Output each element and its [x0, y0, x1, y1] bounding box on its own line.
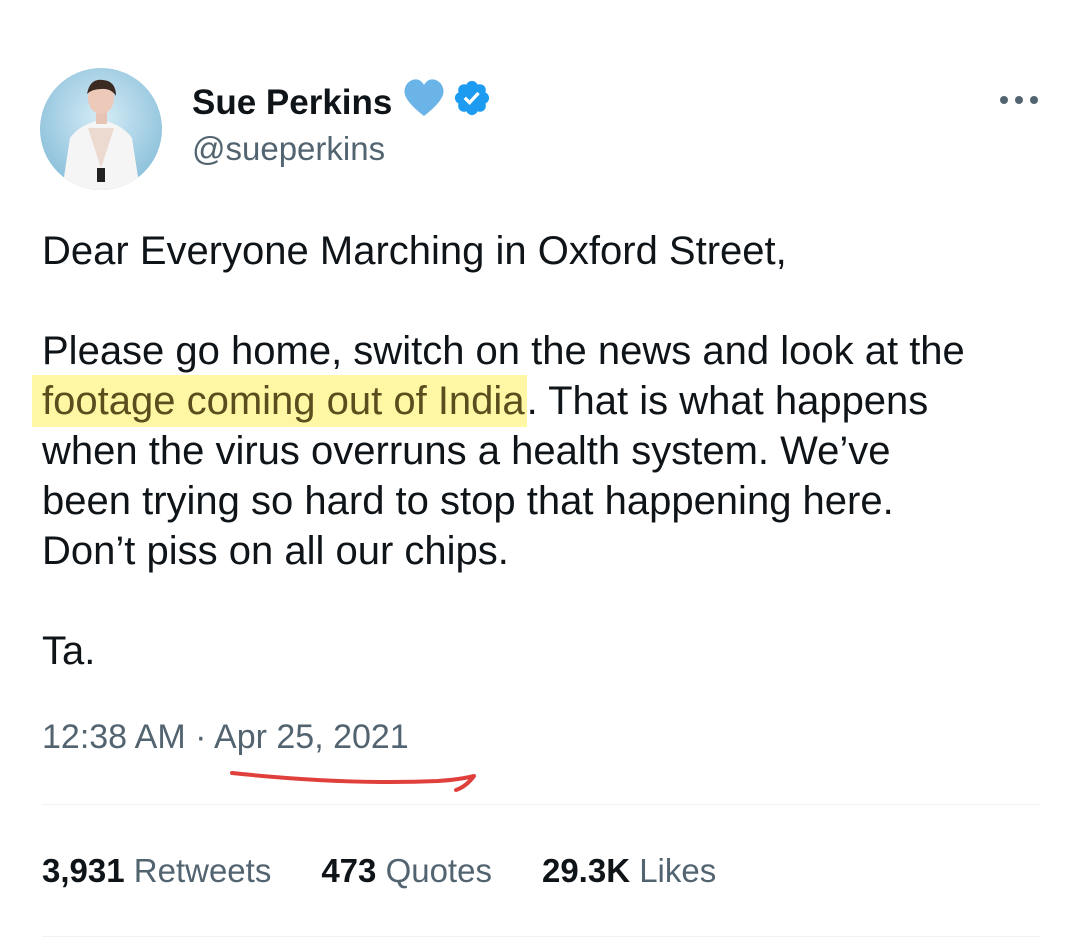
red-underline-annotation [230, 771, 476, 792]
likes-count: 29.3K [541, 852, 631, 889]
quotes-label: Quotes [385, 852, 492, 889]
more-options-button[interactable] [996, 82, 1044, 118]
highlighted-text: footage coming out of India [42, 375, 527, 427]
tweet-signoff: Ta. [42, 629, 96, 673]
divider [42, 936, 1040, 937]
tweet-body-line: been trying so hard to stop that happeni… [42, 479, 894, 523]
blue-heart-icon [402, 78, 446, 127]
tweet-greeting: Dear Everyone Marching in Oxford Street, [42, 229, 787, 273]
tweet-text: Dear Everyone Marching in Oxford Street,… [42, 226, 1052, 676]
author-display-name[interactable]: Sue Perkins [192, 83, 392, 123]
author-name-row[interactable]: Sue Perkins [192, 78, 492, 127]
quotes-count: 473 [321, 852, 377, 889]
timestamp-separator: · [195, 718, 207, 756]
tweet-body-line: footage coming out of India. That is wha… [42, 375, 1052, 427]
verified-badge-icon [452, 78, 492, 127]
tweet-timestamp[interactable]: 12:38 AM · Apr 25, 2021 [42, 718, 409, 757]
more-dots-icon [1000, 96, 1038, 104]
likes-label: Likes [639, 852, 717, 889]
author-handle[interactable]: @sueperkins [192, 130, 385, 168]
avatar-photo [40, 68, 162, 190]
avatar[interactable] [40, 68, 162, 190]
tweet-date[interactable]: Apr 25, 2021 [214, 718, 409, 756]
retweets-stat[interactable]: 3,931 Retweets [42, 852, 271, 890]
divider [42, 804, 1040, 805]
tweet-body-line: when the virus overruns a health system.… [42, 429, 891, 473]
tweet-body-line: Please go home, switch on the news and l… [42, 329, 965, 373]
retweets-count: 3,931 [42, 852, 125, 889]
quotes-stat[interactable]: 473 Quotes [321, 852, 492, 890]
likes-stat[interactable]: 29.3K Likes [542, 852, 716, 890]
tweet-body-line: Don’t piss on all our chips. [42, 529, 509, 573]
engagement-stats: 3,931 Retweets 473 Quotes 29.3K Likes [42, 852, 766, 890]
tweet-body-fragment: . That is what happens [526, 379, 929, 423]
tweet-time[interactable]: 12:38 AM [42, 718, 186, 756]
retweets-label: Retweets [133, 852, 272, 889]
